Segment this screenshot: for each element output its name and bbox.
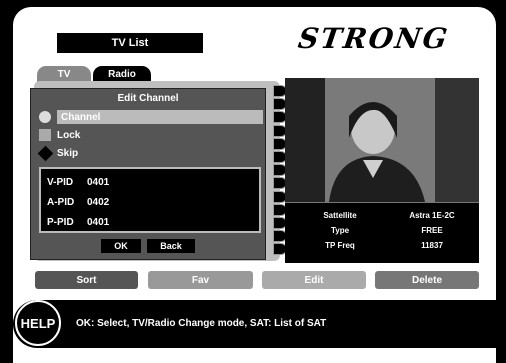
pid-row-video[interactable]: V-PID 0401 xyxy=(47,173,109,191)
option-label: Lock xyxy=(57,129,81,141)
option-channel[interactable]: Channel xyxy=(39,109,263,125)
info-key: TP Freq xyxy=(325,240,355,250)
pid-label: V-PID xyxy=(47,176,74,188)
brand-logo: STRONG xyxy=(296,22,452,55)
option-label: Skip xyxy=(57,147,79,159)
pid-row-audio[interactable]: A-PID 0402 xyxy=(47,193,109,211)
pid-value: 0402 xyxy=(87,196,110,208)
info-key: Sattellite xyxy=(323,210,357,220)
pid-label: P-PID xyxy=(47,216,74,228)
ok-button[interactable]: OK xyxy=(101,239,141,253)
tab-tv[interactable]: TV xyxy=(37,66,91,82)
channel-preview: Sattellite Astra 1E-2C Type FREE TP Freq… xyxy=(285,78,479,263)
option-skip[interactable]: Skip xyxy=(37,145,263,161)
fav-button[interactable]: Fav xyxy=(148,271,253,289)
pid-value: 0401 xyxy=(87,216,110,228)
circle-icon xyxy=(39,111,51,123)
pid-label: A-PID xyxy=(47,196,75,208)
option-label: Channel xyxy=(57,110,263,124)
pid-panel: V-PID 0401 A-PID 0402 P-PID 0401 xyxy=(39,167,261,233)
pid-row-pcr[interactable]: P-PID 0401 xyxy=(47,213,109,231)
info-row: Type FREE xyxy=(285,224,479,236)
info-row: TP Freq 11837 xyxy=(285,239,479,251)
square-icon xyxy=(39,129,51,141)
info-row: Sattellite Astra 1E-2C xyxy=(285,209,479,221)
diamond-icon xyxy=(37,145,54,161)
sort-button[interactable]: Sort xyxy=(35,271,138,289)
tab-radio[interactable]: Radio xyxy=(93,66,151,82)
back-button[interactable]: Back xyxy=(147,239,195,253)
preview-video-image xyxy=(285,78,479,202)
help-badge: HELP xyxy=(15,300,61,346)
option-lock[interactable]: Lock xyxy=(39,127,263,143)
help-text: OK: Select, TV/Radio Change mode, SAT: L… xyxy=(76,318,327,329)
channel-info: Sattellite Astra 1E-2C Type FREE TP Freq… xyxy=(285,203,479,263)
info-value: FREE xyxy=(421,225,443,235)
dialog-title: Edit Channel xyxy=(117,93,179,104)
info-key: Type xyxy=(330,225,350,235)
edit-button[interactable]: Edit xyxy=(262,271,366,289)
info-value: Astra 1E-2C xyxy=(409,210,455,220)
info-value: 11837 xyxy=(421,240,443,250)
page-title: TV List xyxy=(57,33,203,53)
delete-button[interactable]: Delete xyxy=(375,271,479,289)
pid-value: 0401 xyxy=(87,176,110,188)
edit-channel-dialog: Edit Channel Channel Lock Skip V-PID 040… xyxy=(30,88,266,260)
